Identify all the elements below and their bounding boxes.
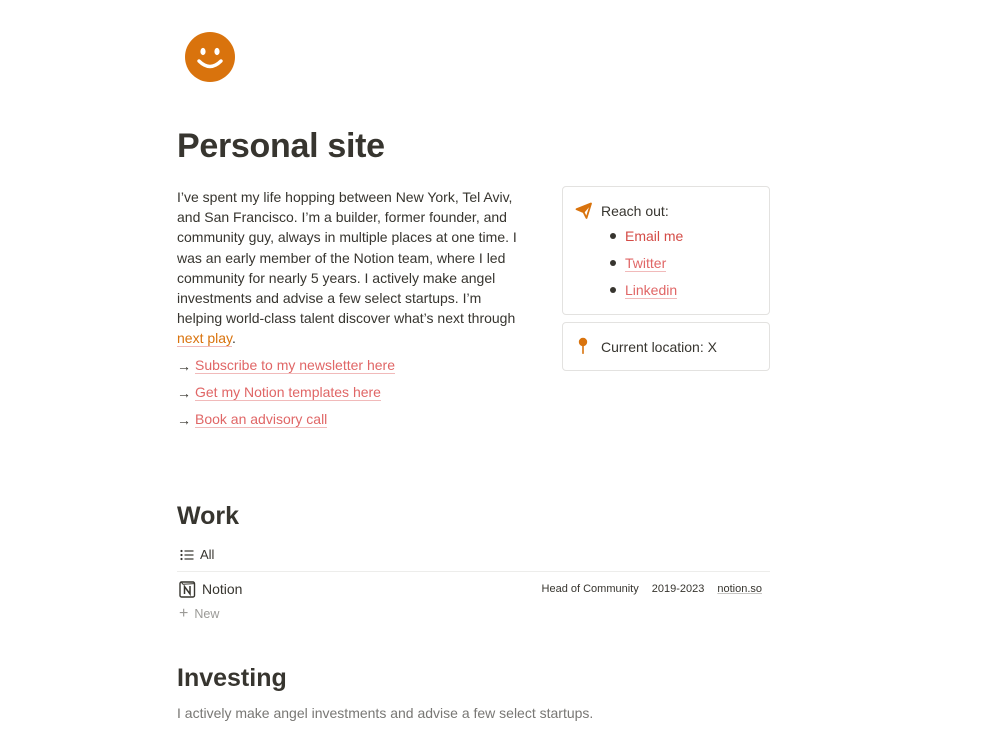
linkedin-link[interactable]: Linkedin (625, 282, 678, 299)
smiley-face-icon[interactable] (185, 32, 235, 82)
reach-out-callout: Reach out: Email me Twitter Linkedin (562, 186, 770, 315)
tab-all[interactable]: All (180, 547, 214, 562)
list-item: Linkedin (609, 281, 683, 308)
list-item: Email me (609, 227, 683, 254)
location-callout: Current location: X (562, 322, 770, 371)
twitter-link[interactable]: Twitter (625, 255, 667, 272)
advisory-call-link[interactable]: Book an advisory call (195, 411, 328, 428)
arrow-right-icon: → (177, 357, 191, 374)
notion-page: Personal site I’ve spent my life hopping… (0, 0, 1005, 731)
table-row[interactable]: Notion Head of Community 2019-2023 notio… (177, 578, 770, 600)
new-row-label: New (194, 607, 220, 621)
list-view-icon (180, 549, 194, 560)
tab-all-label: All (200, 547, 215, 562)
pushpin-icon (578, 337, 588, 354)
page-title: Personal site (177, 127, 385, 165)
next-play-link[interactable]: next play (177, 330, 232, 348)
row-properties: Head of Community 2019-2023 notion.so (542, 583, 770, 595)
investing-description: I actively make angel investments and ad… (177, 705, 594, 721)
arrow-right-icon: → (177, 411, 191, 428)
row-name: Notion (202, 581, 243, 597)
list-item: Twitter (609, 254, 683, 281)
new-row-button[interactable]: + New (179, 605, 220, 622)
newsletter-link-row: → Subscribe to my newsletter here (177, 357, 395, 374)
reach-out-list: Email me Twitter Linkedin (609, 227, 683, 308)
arrow-right-icon: → (177, 384, 191, 401)
templates-link-row: → Get my Notion templates here (177, 384, 381, 401)
location-label: Current location: X (601, 339, 717, 355)
email-link[interactable]: Email me (625, 228, 683, 244)
work-heading: Work (177, 502, 240, 530)
row-title: Notion (179, 580, 243, 598)
newsletter-link[interactable]: Subscribe to my newsletter here (195, 357, 395, 374)
notion-logo-icon (179, 580, 196, 598)
advisory-link-row: → Book an advisory call (177, 411, 328, 428)
paper-plane-icon (575, 202, 592, 219)
intro-text: I’ve spent my life hopping between New Y… (177, 189, 517, 327)
divider (177, 571, 770, 572)
url-cell[interactable]: notion.so (717, 583, 762, 595)
investing-heading: Investing (177, 664, 287, 692)
templates-link[interactable]: Get my Notion templates here (195, 384, 381, 401)
reach-out-heading: Reach out: (601, 203, 669, 219)
intro-text-end: . (232, 330, 236, 347)
intro-paragraph: I’ve spent my life hopping between New Y… (177, 187, 527, 349)
plus-icon: + (179, 605, 189, 622)
years-cell: 2019-2023 (651, 583, 705, 595)
role-cell: Head of Community (541, 583, 639, 595)
